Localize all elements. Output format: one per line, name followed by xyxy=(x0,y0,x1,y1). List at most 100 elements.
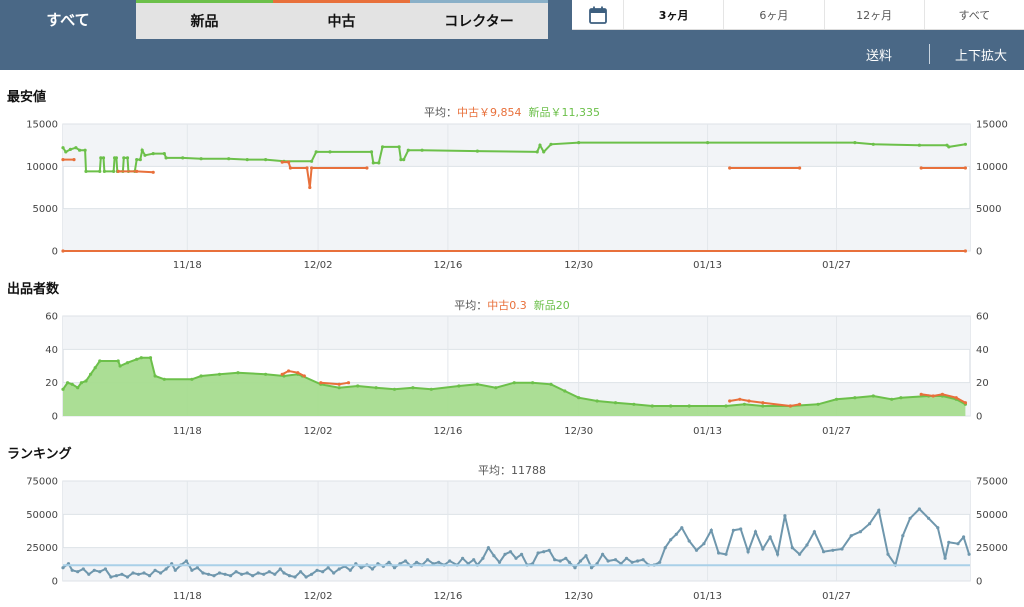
data-point xyxy=(831,548,835,552)
x-tick-label: 12/16 xyxy=(433,591,462,602)
data-point xyxy=(321,570,325,574)
data-point xyxy=(399,158,403,162)
data-point xyxy=(201,571,205,575)
y-tick-label-right: 50000 xyxy=(976,510,1008,521)
data-point xyxy=(98,570,102,574)
range-selector: 3ヶ月 6ヶ月 12ヶ月 すべて xyxy=(572,0,1024,30)
range-3m[interactable]: 3ヶ月 xyxy=(624,0,725,29)
range-12m[interactable]: 12ヶ月 xyxy=(825,0,925,29)
data-point xyxy=(151,170,155,174)
data-point xyxy=(102,169,106,173)
data-point xyxy=(871,394,875,398)
data-point xyxy=(348,568,352,572)
data-point xyxy=(963,249,968,253)
data-point xyxy=(481,556,485,560)
y-tick-label-left: 25000 xyxy=(26,543,58,554)
data-point xyxy=(153,374,157,378)
data-point xyxy=(553,558,557,562)
tab-new[interactable]: 新品 xyxy=(136,0,273,39)
x-tick-label: 12/02 xyxy=(304,591,333,602)
tab-used[interactable]: 中古 xyxy=(273,0,410,39)
data-point xyxy=(199,157,203,161)
data-point xyxy=(282,571,286,575)
data-point xyxy=(963,401,968,405)
data-point xyxy=(287,160,291,164)
data-point xyxy=(61,387,65,391)
data-point xyxy=(798,552,802,556)
plot-band xyxy=(63,481,970,515)
data-point xyxy=(768,535,772,539)
data-point xyxy=(310,166,314,170)
y-tick-label-left: 0 xyxy=(52,247,58,258)
data-point xyxy=(74,146,78,150)
data-point xyxy=(601,552,605,556)
data-point xyxy=(871,142,875,146)
price-chart: 0 0 5000 5000 10000 10000 15000 15000 11/18 12/02… xyxy=(26,120,1008,272)
data-point xyxy=(387,560,391,564)
data-point xyxy=(739,527,743,531)
data-point xyxy=(761,404,765,408)
shipping-link[interactable]: 送料 xyxy=(866,42,892,66)
calendar-icon[interactable] xyxy=(572,0,624,29)
range-all[interactable]: すべて xyxy=(925,0,1024,29)
data-point xyxy=(377,161,381,165)
x-tick-label: 12/30 xyxy=(564,260,593,271)
data-point xyxy=(70,382,74,386)
y-tick-label-right: 10000 xyxy=(976,162,1008,173)
data-point xyxy=(217,372,222,376)
data-point xyxy=(288,166,292,170)
x-tick-label: 12/30 xyxy=(564,591,593,602)
zoom-link[interactable]: 上下拡大 xyxy=(955,42,1007,66)
data-point xyxy=(709,528,713,532)
data-point xyxy=(89,372,93,376)
data-point xyxy=(840,547,844,551)
data-point xyxy=(98,359,102,363)
data-point xyxy=(927,516,931,520)
data-point xyxy=(694,548,699,552)
data-point xyxy=(114,574,118,578)
data-point xyxy=(190,568,194,572)
data-point xyxy=(494,386,498,390)
y-tick-label-right: 60 xyxy=(976,312,989,323)
data-point xyxy=(853,141,857,145)
data-point xyxy=(76,386,80,390)
data-point xyxy=(687,404,691,408)
data-point xyxy=(159,571,163,575)
tab-all[interactable]: すべて xyxy=(0,0,136,39)
data-point xyxy=(78,148,82,152)
data-point xyxy=(370,567,374,571)
y-tick-label-left: 60 xyxy=(45,312,58,323)
data-point xyxy=(131,571,135,575)
data-point xyxy=(234,570,238,574)
data-point xyxy=(371,161,375,165)
plot-band xyxy=(63,124,970,167)
data-point xyxy=(738,397,742,401)
data-point xyxy=(577,396,581,400)
price-section-title: 最安値 xyxy=(7,90,47,105)
data-point xyxy=(624,556,629,560)
data-point xyxy=(245,158,249,162)
x-tick-label: 11/18 xyxy=(173,260,202,271)
data-point xyxy=(437,560,441,564)
ranking-section-title: ランキング xyxy=(7,447,72,462)
y-tick-label-left: 75000 xyxy=(26,477,58,488)
data-point xyxy=(212,574,216,578)
data-point xyxy=(753,530,758,534)
y-tick-label-left: 40 xyxy=(45,345,58,356)
data-point xyxy=(908,516,912,520)
data-point xyxy=(783,514,787,518)
data-point xyxy=(280,372,284,376)
y-tick-label-right: 25000 xyxy=(976,543,1008,554)
data-point xyxy=(816,402,820,406)
range-6m[interactable]: 6ヶ月 xyxy=(724,0,825,29)
data-point xyxy=(68,147,72,151)
data-point xyxy=(236,371,240,375)
data-point xyxy=(919,166,923,170)
data-point xyxy=(76,570,80,574)
data-point xyxy=(227,157,231,161)
data-point xyxy=(728,399,732,403)
data-point xyxy=(164,567,168,571)
data-point xyxy=(314,150,318,154)
tab-collector[interactable]: コレクター xyxy=(410,0,548,39)
data-point xyxy=(606,559,610,563)
